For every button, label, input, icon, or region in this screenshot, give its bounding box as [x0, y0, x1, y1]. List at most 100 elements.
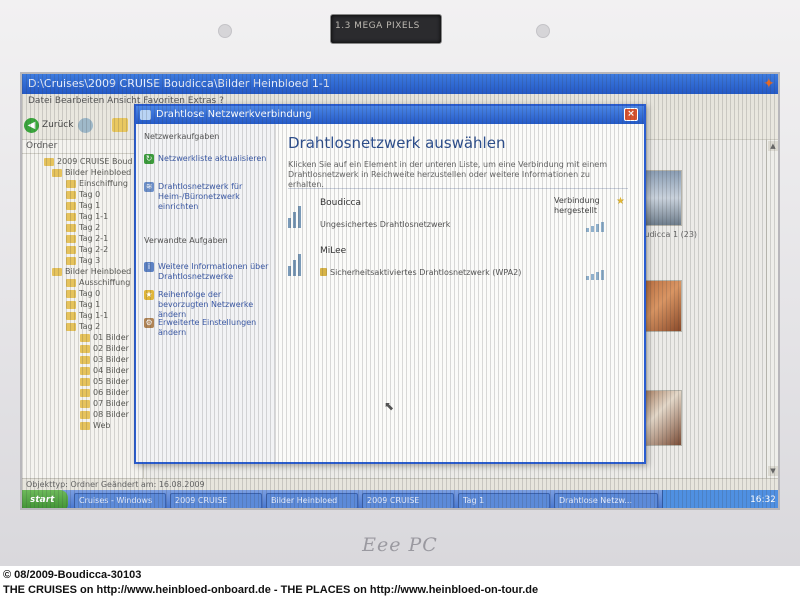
windows-logo-icon: ✦ — [763, 76, 775, 92]
tree-item[interactable]: Bilder Heinbloed — [22, 167, 143, 178]
brand-logo: Eee PC — [362, 534, 438, 556]
tree-item-label: 03 Bilder — [93, 355, 129, 364]
advanced-settings-link[interactable]: ⚙ Erweiterte Einstellungen ändern — [144, 318, 272, 338]
refresh-list-link[interactable]: ↻ Netzwerkliste aktualisieren — [144, 154, 272, 164]
tree-item[interactable]: Tag 2 — [22, 321, 143, 332]
network-item[interactable]: MiLee Sicherheitsaktiviertes Drahtlosnet… — [286, 244, 636, 290]
webcam: 1.3 MEGA PIXELS — [330, 14, 442, 44]
forward-arrow-icon[interactable] — [78, 118, 93, 133]
tree-item[interactable]: Tag 1 — [22, 200, 143, 211]
tree-item[interactable]: 01 Bilder — [22, 332, 143, 343]
tree-item-label: Tag 2 — [79, 223, 101, 232]
folder-tree-pane: Ordner 2009 CRUISE Boud Bilder Heinbloed… — [22, 140, 144, 478]
dialog-titlebar[interactable]: Drahtlose Netzwerkverbindung — [136, 106, 644, 124]
taskbar-button[interactable]: 2009 CRUISE — [362, 493, 454, 508]
scroll-up-icon[interactable]: ▲ — [768, 141, 778, 151]
tasks-heading: Netzwerkaufgaben — [144, 132, 220, 141]
system-tray: 16:32 — [662, 490, 778, 508]
tree-item-label: 08 Bilder — [93, 410, 129, 419]
task-link-label: Reihenfolge der bevorzugten Netzwerke än… — [158, 290, 254, 319]
taskbar-button[interactable]: Tag 1 — [458, 493, 550, 508]
tree-item-label: 02 Bilder — [93, 344, 129, 353]
folder-icon — [80, 333, 90, 342]
tree-item[interactable]: Tag 1-1 — [22, 310, 143, 321]
back-button[interactable]: ◀ Zurück — [24, 116, 73, 134]
tree-item[interactable]: 08 Bilder — [22, 409, 143, 420]
caption-copyright: © 08/2009-Boudicca-30103 — [3, 569, 142, 581]
taskbar-button[interactable]: Drahtlose Netzw... — [554, 493, 658, 508]
tree-item[interactable]: Einschiffung — [22, 178, 143, 189]
network-security-label: Ungesichertes Drahtlosnetzwerk — [320, 220, 451, 229]
network-security-label: Sicherheitsaktiviertes Drahtlosnetzwerk … — [330, 268, 522, 277]
start-button[interactable]: start — [22, 490, 68, 508]
task-link-label: Drahtlosnetzwerk für Heim-/Büronetzwerk … — [158, 182, 243, 211]
taskbar-button[interactable]: 2009 CRUISE — [170, 493, 262, 508]
tree-item-label: 05 Bilder — [93, 377, 129, 386]
tree-item[interactable]: Tag 2-2 — [22, 244, 143, 255]
signal-strength-icon — [586, 222, 608, 232]
vertical-scrollbar[interactable]: ▲ ▼ — [766, 140, 778, 478]
clock[interactable]: 16:32 — [750, 495, 776, 505]
tree-item[interactable]: 2009 CRUISE Boud — [22, 156, 143, 167]
folder-icon — [80, 344, 90, 353]
connection-status: Verbindung hergestellt — [554, 196, 600, 215]
folder-icon — [80, 366, 90, 375]
tree-item-label: Web — [93, 421, 111, 430]
tree-item[interactable]: 05 Bilder — [22, 376, 143, 387]
tree-item[interactable]: Ausschiffung — [22, 277, 143, 288]
taskbar-button[interactable]: Cruises - Windows — [74, 493, 166, 508]
taskbar-button[interactable]: Bilder Heinbloed — [266, 493, 358, 508]
task-link-label: Erweiterte Einstellungen ändern — [158, 318, 257, 337]
tree-item-label: 07 Bilder — [93, 399, 129, 408]
tree-item[interactable]: 07 Bilder — [22, 398, 143, 409]
tree-item[interactable]: Tag 3 — [22, 255, 143, 266]
wireless-network-icon — [286, 244, 308, 276]
scroll-down-icon[interactable]: ▼ — [768, 466, 778, 476]
network-icon — [140, 110, 151, 120]
more-info-link[interactable]: i Weitere Informationen über Drahtlosnet… — [144, 262, 272, 282]
tree-item[interactable]: Bilder Heinbloed — [22, 266, 143, 277]
tree-item-label: Tag 2-2 — [79, 245, 109, 254]
tree-item[interactable]: 02 Bilder — [22, 343, 143, 354]
tree-item-label: Tag 1 — [79, 201, 101, 210]
wireless-network-icon — [286, 196, 308, 228]
folder-icon — [44, 157, 54, 166]
folder-icon — [66, 278, 76, 287]
tree-item[interactable]: Web — [22, 420, 143, 431]
folder-icon — [52, 267, 62, 276]
folder-icon — [66, 201, 76, 210]
explorer-titlebar[interactable]: D:\Cruises\2009 CRUISE Boudicca\Bilder H… — [22, 74, 778, 94]
signal-strength-icon — [586, 270, 608, 280]
tree-item[interactable]: 03 Bilder — [22, 354, 143, 365]
screen: D:\Cruises\2009 CRUISE Boudicca\Bilder H… — [20, 72, 780, 510]
tree-item[interactable]: 06 Bilder — [22, 387, 143, 398]
tree-item[interactable]: Tag 1-1 — [22, 211, 143, 222]
main-description: Klicken Sie auf ein Element in der unter… — [288, 160, 607, 189]
tree-item[interactable]: Tag 2-1 — [22, 233, 143, 244]
folder-up-icon[interactable] — [112, 118, 128, 132]
tree-item[interactable]: Tag 1 — [22, 299, 143, 310]
status-bar: Objekttyp: Ordner Geändert am: 16.08.200… — [22, 478, 778, 490]
setup-network-link[interactable]: ≋ Drahtlosnetzwerk für Heim-/Büronetzwer… — [144, 182, 272, 212]
preferred-order-link[interactable]: ★ Reihenfolge der bevorzugten Netzwerke … — [144, 290, 272, 320]
tree-item-label: 06 Bilder — [93, 388, 129, 397]
caption-links: THE CRUISES on http://www.heinbloed-onbo… — [3, 584, 539, 596]
network-item[interactable]: Boudicca Ungesichertes Drahtlosnetzwerk … — [286, 196, 636, 242]
tree-item[interactable]: Tag 0 — [22, 189, 143, 200]
back-arrow-icon: ◀ — [24, 117, 39, 133]
folder-icon — [80, 399, 90, 408]
photo-caption: © 08/2009-Boudicca-30103 THE CRUISES on … — [0, 566, 800, 600]
tree-item[interactable]: Tag 0 — [22, 288, 143, 299]
folder-icon — [66, 311, 76, 320]
explorer-title: D:\Cruises\2009 CRUISE Boudicca\Bilder H… — [28, 77, 330, 90]
tree-item-label: Tag 1-1 — [79, 311, 109, 320]
task-link-label: Netzwerkliste aktualisieren — [158, 154, 267, 163]
tree-item[interactable]: Tag 2 — [22, 222, 143, 233]
preferred-star-icon: ★ — [616, 196, 625, 207]
close-button[interactable]: × — [624, 108, 638, 121]
tree-item-label: Einschiffung — [79, 179, 128, 188]
task-pane: Netzwerkaufgaben ↻ Netzwerkliste aktuali… — [136, 124, 276, 462]
tree-item[interactable]: 04 Bilder — [22, 365, 143, 376]
status-text: Objekttyp: Ordner Geändert am: 16.08.200… — [26, 480, 205, 489]
network-list-pane: Drahtlosnetzwerk auswählen Klicken Sie a… — [278, 124, 644, 462]
